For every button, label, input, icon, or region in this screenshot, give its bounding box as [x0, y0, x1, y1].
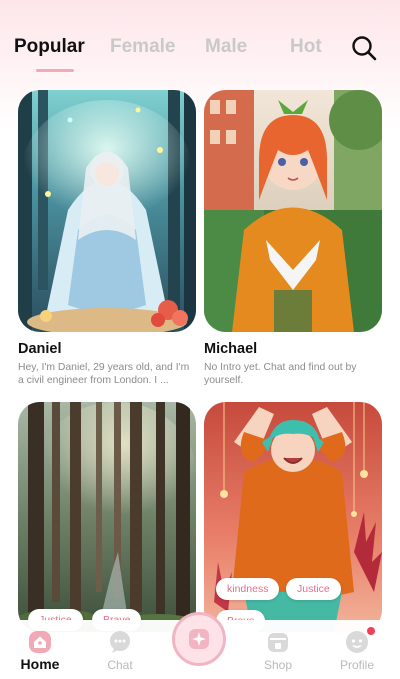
notification-badge	[367, 627, 375, 635]
nav-chat[interactable]: Chat	[90, 620, 150, 679]
nav-chat-label: Chat	[107, 658, 133, 672]
character-description: No Intro yet. Chat and find out by yours…	[204, 362, 357, 386]
active-tab-indicator	[36, 69, 74, 72]
character-card-michael[interactable]: Michael No Intro yet. Chat and find out …	[204, 90, 382, 386]
trait-tag[interactable]: kindness	[216, 578, 280, 600]
character-image	[18, 90, 196, 332]
search-icon[interactable]	[350, 34, 378, 62]
shop-icon	[266, 630, 290, 659]
character-description: Hey, I'm Daniel, 29 years old, and I'm a…	[18, 362, 190, 386]
nav-home-label: Home	[20, 656, 60, 672]
tab-hot[interactable]: Hot	[290, 36, 322, 58]
sparkle-create-icon	[188, 628, 210, 655]
tab-male[interactable]: Male	[205, 36, 247, 58]
nav-profile-label: Profile	[339, 658, 374, 672]
character-name: Daniel	[18, 341, 62, 357]
character-image	[204, 90, 382, 332]
profile-icon	[345, 630, 369, 659]
character-card-daniel[interactable]: Daniel Hey, I'm Daniel, 29 years old, an…	[18, 90, 196, 386]
character-card-forest[interactable]: Justice Brave	[18, 402, 196, 632]
character-image: kindness Justice Brave	[204, 402, 382, 632]
nav-shop-label: Shop	[263, 658, 293, 672]
tab-bar: Popular Female Male Hot	[0, 0, 400, 80]
tab-popular[interactable]: Popular	[14, 36, 85, 58]
tab-female[interactable]: Female	[110, 36, 175, 58]
character-card-mermaid[interactable]: kindness Justice Brave	[204, 402, 382, 632]
nav-home[interactable]: Home	[10, 620, 70, 679]
create-character-button[interactable]	[172, 612, 226, 666]
home-icon	[28, 630, 52, 659]
character-name: Michael	[204, 341, 258, 357]
trait-tag[interactable]: Justice	[286, 578, 341, 600]
nav-profile[interactable]: Profile	[327, 620, 387, 679]
character-image: Justice Brave	[18, 402, 196, 632]
chat-icon	[108, 630, 132, 659]
nav-shop[interactable]: Shop	[248, 620, 308, 679]
